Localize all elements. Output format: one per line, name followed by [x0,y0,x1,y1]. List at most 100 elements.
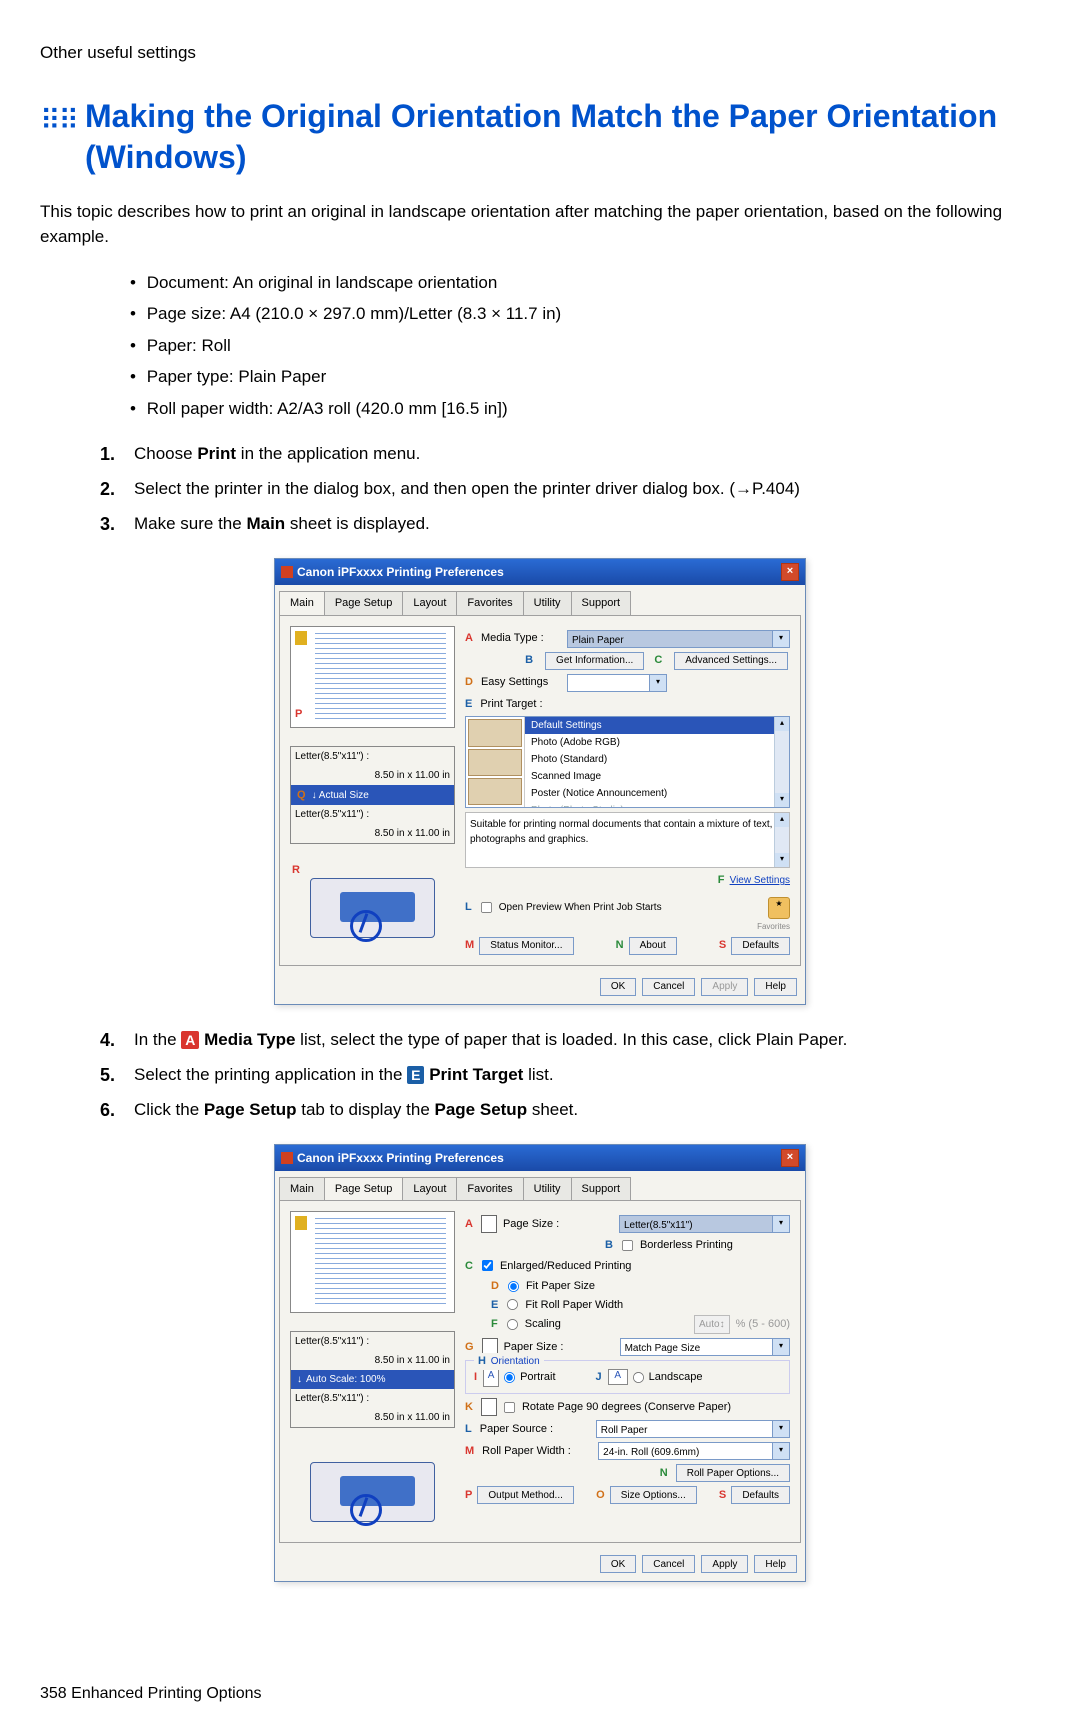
paper-source-combo[interactable]: Roll Paper▾ [596,1420,790,1438]
roll-paper-options-button[interactable]: Roll Paper Options... [676,1464,790,1482]
list-item[interactable]: Poster (Notice Announcement) [525,785,774,802]
print-target-listbox[interactable]: Default Settings Photo (Adobe RGB) Photo… [465,716,790,808]
label-J: J [596,1369,602,1386]
close-icon[interactable]: × [781,563,799,581]
tab-layout[interactable]: Layout [402,1177,457,1201]
cancel-button[interactable]: Cancel [642,1555,695,1573]
status-monitor-button[interactable]: Status Monitor... [479,937,573,955]
print-target-label: Print Target : [480,696,560,713]
label-E-inline: E [407,1066,424,1084]
label-F: F [718,874,725,886]
output-method-button[interactable]: Output Method... [477,1486,574,1504]
ok-button[interactable]: OK [600,978,636,996]
chevron-down-icon: ▾ [772,1216,789,1232]
text: Choose [134,444,197,463]
label-A-inline: A [181,1031,199,1049]
close-icon[interactable]: × [781,1149,799,1167]
arrow-down-icon[interactable]: ▾ [775,853,789,867]
arrow-down-icon[interactable]: ▾ [775,793,789,807]
list-item[interactable]: Photo (Photo Studio) [525,802,774,807]
arrow-up-icon[interactable]: ▴ [775,717,789,731]
tab-support[interactable]: Support [571,591,632,615]
help-button[interactable]: Help [754,1555,797,1573]
scaling-radio[interactable] [507,1319,518,1330]
enlarge-checkbox[interactable] [482,1260,493,1271]
ok-button[interactable]: OK [600,1555,636,1573]
page-preview: P [290,626,455,728]
about-button[interactable]: About [629,937,677,955]
favorites-icon[interactable]: ★ [768,897,790,919]
text: Main [246,514,285,533]
list-item[interactable]: Scanned Image [525,768,774,785]
text: Select the printing application in the [134,1065,407,1084]
dialog1-wrap: Canon iPFxxxx Printing Preferences × Mai… [40,558,1040,1005]
help-button[interactable]: Help [754,978,797,996]
arrow-up-icon[interactable]: ▴ [775,813,789,827]
landscape-radio[interactable] [633,1372,644,1383]
list-item[interactable]: Photo (Adobe RGB) [525,734,774,751]
steps-list-b: In the A Media Type list, select the typ… [100,1027,1040,1124]
text: Make sure the [134,514,246,533]
text: tab to display the [297,1100,435,1119]
label-B: B [605,1237,613,1254]
label-F: F [491,1316,498,1333]
tab-favorites[interactable]: Favorites [456,591,523,615]
list-item[interactable]: Photo (Standard) [525,751,774,768]
thumb-icon [468,778,522,805]
apply-button[interactable]: Apply [701,1555,748,1573]
tab-support[interactable]: Support [571,1177,632,1201]
defaults-button[interactable]: Defaults [731,1486,790,1504]
text: Page Setup [435,1100,528,1119]
label-I: I [474,1369,477,1386]
view-settings-link[interactable]: View Settings [730,875,790,886]
portrait-radio[interactable] [504,1372,515,1383]
scaling-range: % (5 - 600) [736,1316,790,1333]
tab-page-setup[interactable]: Page Setup [324,591,404,615]
roll-width-label: Roll Paper Width : [482,1443,592,1460]
label-A: A [465,1216,473,1233]
tab-favorites[interactable]: Favorites [456,1177,523,1201]
scrollbar[interactable]: ▴▾ [774,717,789,807]
list-item: Roll paper width: A2/A3 roll (420.0 mm [… [130,396,1040,422]
text: Letter(8.5"x11") : [295,807,369,822]
dialog-title: Canon iPFxxxx Printing Preferences [297,1149,504,1167]
tab-utility[interactable]: Utility [523,1177,572,1201]
page-size-combo[interactable]: Letter(8.5"x11")▾ [619,1215,790,1233]
label-P: P [295,706,302,723]
text: 8.50 in x 11.00 in [375,768,450,783]
apply-button[interactable]: Apply [701,978,748,996]
advanced-settings-button[interactable]: Advanced Settings... [674,652,788,670]
preview-lines [315,1218,446,1304]
defaults-button[interactable]: Defaults [731,937,790,955]
page-icon [295,631,307,645]
list-item[interactable]: Default Settings [525,717,774,734]
borderless-checkbox[interactable] [622,1240,633,1251]
scrollbar[interactable]: ▴▾ [774,813,789,867]
paper-size-combo[interactable]: Match Page Size▾ [620,1338,790,1356]
tab-utility[interactable]: Utility [523,591,572,615]
size-options-button[interactable]: Size Options... [610,1486,697,1504]
list-item: Paper type: Plain Paper [130,364,1040,390]
favorites-caption: Favorites [465,921,790,933]
scaling-spinner[interactable]: Auto ↕ [694,1315,730,1334]
tab-layout[interactable]: Layout [402,591,457,615]
portrait-icon: A [483,1367,499,1387]
get-information-button[interactable]: Get Information... [545,652,644,670]
tab-page-setup[interactable]: Page Setup [324,1177,404,1201]
dialog-footer: OK Cancel Apply Help [275,1547,805,1581]
tab-main[interactable]: Main [279,591,325,615]
fit-paper-radio[interactable] [508,1281,519,1292]
media-type-combo[interactable]: Plain Paper▾ [567,630,790,648]
easy-settings-combo[interactable]: ▾ [567,674,667,692]
label-B: B [525,652,533,669]
text: list, select the type of paper that is l… [295,1030,847,1049]
fit-paper-label: Fit Paper Size [526,1278,595,1295]
fit-roll-radio[interactable] [507,1299,518,1310]
tab-main[interactable]: Main [279,1177,325,1201]
open-preview-checkbox[interactable] [481,902,492,913]
title-row: ⠿⠿ Making the Original Orientation Match… [40,96,1040,179]
steps-list-a: Choose Print in the application menu. Se… [100,441,1040,538]
roll-width-combo[interactable]: 24-in. Roll (609.6mm)▾ [598,1442,790,1460]
rotate90-checkbox[interactable] [504,1402,515,1413]
cancel-button[interactable]: Cancel [642,978,695,996]
